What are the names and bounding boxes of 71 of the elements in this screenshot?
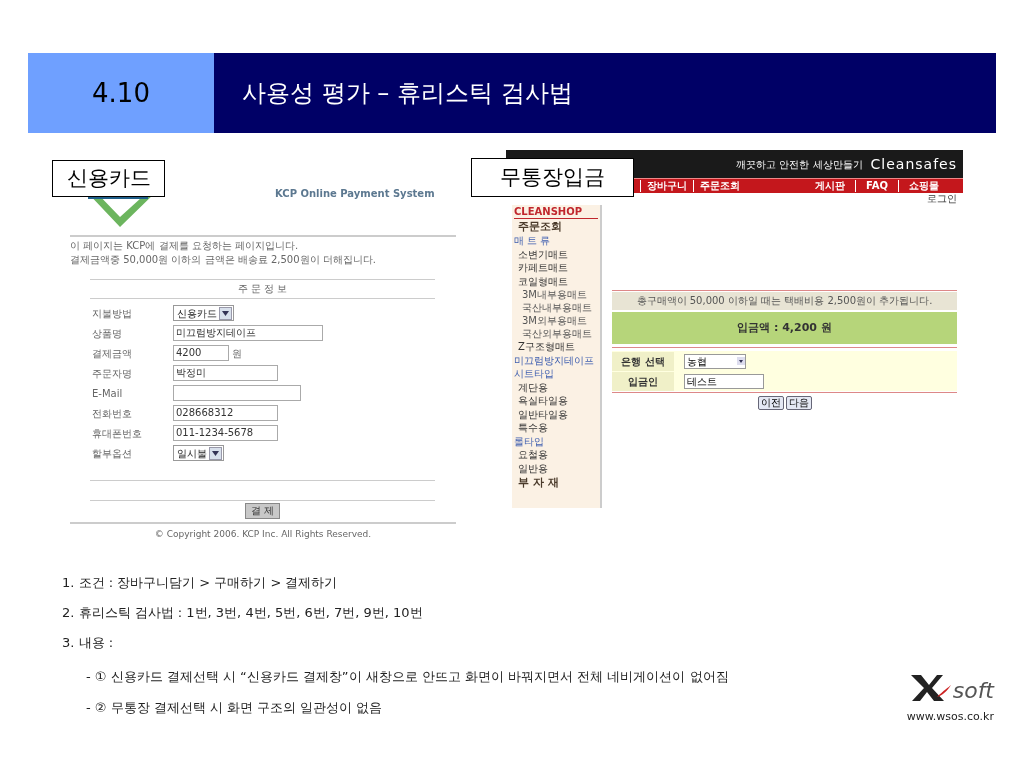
field-label: 결제금액 [91, 346, 133, 361]
sidebar-item[interactable]: 국산내부용매트 [514, 301, 598, 314]
field-label: 은행 선택 [612, 351, 674, 371]
system-title: KCP Online Payment System [275, 187, 435, 201]
input-field[interactable]: 테스트 [684, 373, 764, 389]
input-field[interactable]: 028668312 [173, 405, 278, 421]
section-label: 신용카드 [52, 160, 165, 197]
sidebar-item[interactable]: 주문조회 [514, 219, 598, 234]
section-label: 무통장입금 [471, 158, 634, 197]
slide-title: 사용성 평가 – 휴리스틱 검사법 [214, 53, 996, 133]
sidebar-item[interactable]: 일반타일용 [514, 407, 598, 421]
sidebar-item[interactable]: 특수용 [514, 421, 598, 435]
sidebar-item[interactable]: 소변기매트 [514, 247, 598, 261]
sidebar-item[interactable]: Z구조형매트 [514, 340, 598, 354]
intro-text: 결제금액중 50,000원 이하의 금액은 배송료 2,500원이 더해집니다. [70, 253, 377, 267]
unit-label: 원 [232, 346, 242, 361]
field-label: E-Mail [91, 386, 124, 401]
dropdown-arrow-icon [737, 357, 745, 365]
sidebar-item[interactable]: 일반용 [514, 461, 598, 475]
sidebar-item[interactable]: 3M외부용매트 [514, 314, 598, 327]
field-label: 상품명 [91, 326, 123, 341]
nav-link[interactable]: FAQ [855, 180, 888, 192]
dropdown[interactable]: 농협 [684, 353, 746, 369]
sidebar-item[interactable]: 3M내부용매트 [514, 288, 598, 301]
nav-link[interactable]: 장바구니 [640, 180, 687, 192]
sidebar-item[interactable]: 국산외부용매트 [514, 327, 598, 340]
input-field[interactable]: 미끄럼방지테이프 [173, 325, 323, 341]
input-field[interactable]: 4200 [173, 345, 229, 361]
note-text: 3. 내용 : [62, 634, 115, 652]
field-label: 지불방법 [91, 306, 133, 321]
site-logo: Cleansafes [870, 154, 957, 174]
dropdown[interactable]: 신용카드 [173, 305, 234, 321]
sidebar-item[interactable]: 카페트매트 [514, 261, 598, 275]
nav-link[interactable]: 주문조회 [693, 180, 740, 192]
note-text: - ① 신용카드 결제선택 시 “신용카드 결제창”이 새창으로 안뜨고 화면이 바꿔지면서 전체 네비게이션이 없어짐 [85, 668, 730, 686]
login-link[interactable]: 로그인 [927, 193, 957, 205]
pay-button[interactable]: 결 제 [244, 503, 281, 519]
note-text: 1. 조건 : 장바구니담기 > 구매하기 > 결제하기 [62, 574, 339, 592]
amount-bar: 입금액 : 4,200 원 [612, 312, 957, 344]
sidebar-item[interactable]: 코일형매트 [514, 274, 598, 288]
note-text: - ② 무통장 결제선택 시 화면 구조의 일관성이 없음 [85, 699, 384, 717]
sidebar-item[interactable]: 욕실타일용 [514, 394, 598, 408]
tagline: 깨끗하고 안전한 세상만들기 [736, 157, 863, 172]
input-field[interactable]: 011-1234-5678 [173, 425, 278, 441]
notice-bar: 총구매액이 50,000 이하일 때는 택배비용 2,500원이 추가됩니다. [612, 292, 957, 310]
sidebar-item[interactable]: 요철용 [514, 448, 598, 462]
nav-link[interactable]: 게시판 [815, 180, 846, 192]
sidebar-item[interactable]: 시트타입 [514, 367, 598, 381]
section-number: 4.10 [28, 53, 214, 133]
field-label: 휴대폰번호 [91, 426, 143, 441]
nav-button[interactable]: 이전 [757, 396, 784, 410]
sidebar-item[interactable]: 미끄럼방지테이프 [514, 353, 598, 367]
note-text: 2. 휴리스틱 검사법 : 1번, 3번, 4번, 5번, 6번, 7번, 9번, 10번 [62, 604, 424, 622]
nav-link[interactable]: 쇼핑몰 [898, 180, 939, 192]
sidebar-item[interactable]: 계단용 [514, 380, 598, 394]
field-label: 주문자명 [91, 366, 133, 381]
input-field[interactable] [173, 385, 301, 401]
company-logo: soft [908, 673, 994, 703]
intro-text: 이 페이지는 KCP에 결제를 요청하는 페이지입니다. [70, 239, 300, 253]
field-label: 입금인 [612, 371, 674, 391]
field-label: 할부옵션 [91, 446, 133, 461]
dropdown[interactable]: 일시불 [173, 445, 224, 461]
input-field[interactable]: 박정미 [173, 365, 278, 381]
nav-button[interactable]: 다음 [785, 396, 812, 410]
sidebar-item[interactable]: 매 트 류 [514, 234, 598, 248]
website-url: www.wsos.co.kr [906, 709, 994, 725]
field-label: 전화번호 [91, 406, 133, 421]
copyright-text: © Copyright 2006. KCP Inc. All Rights Reserved. [153, 528, 373, 541]
form-title: 주 문 정 보 [236, 282, 289, 296]
sidebar-item[interactable]: 부 자 재 [514, 475, 598, 490]
sidebar-item[interactable]: 롤타입 [514, 434, 598, 448]
